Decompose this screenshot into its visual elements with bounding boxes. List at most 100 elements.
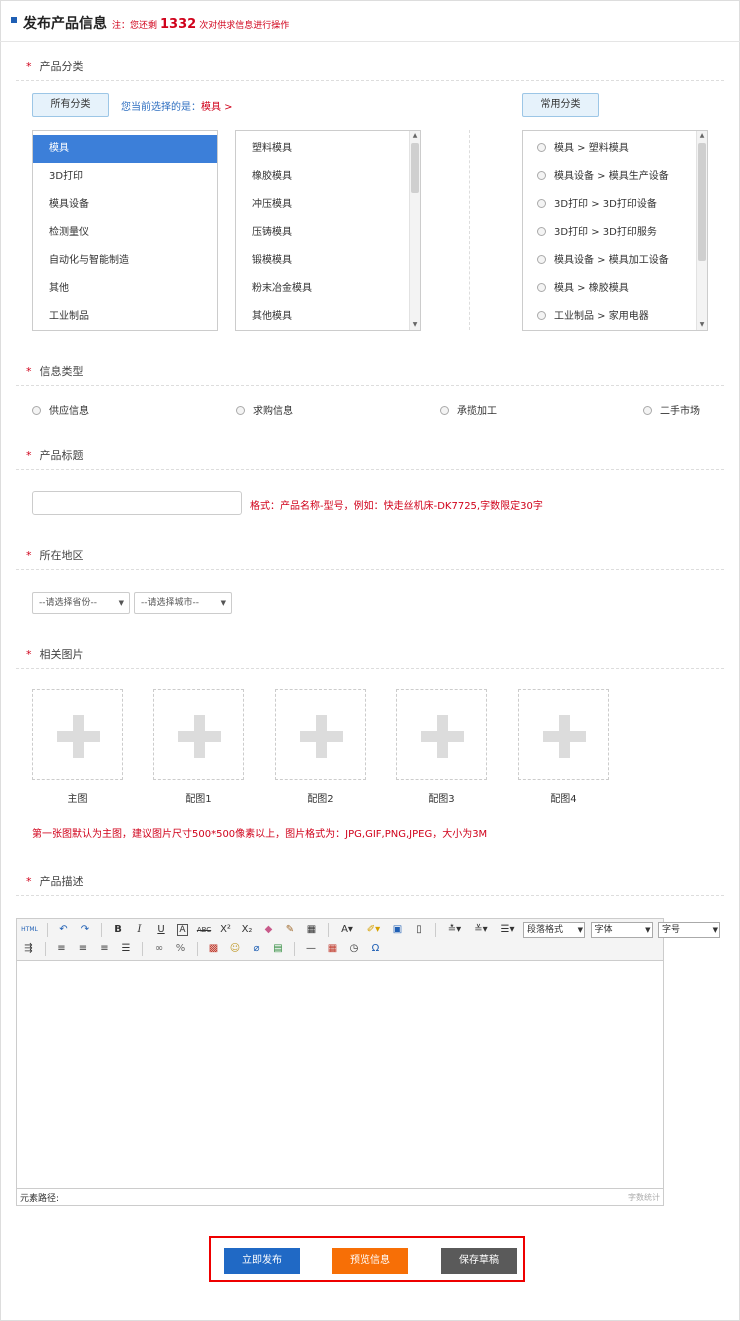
save-draft-button[interactable]: 保存草稿	[441, 1248, 517, 1274]
info-type-option[interactable]: 二手市场	[643, 402, 700, 417]
list-item[interactable]: 其他模具	[236, 303, 420, 330]
scroll-up-icon[interactable]: ▲	[410, 131, 420, 141]
font-color-icon[interactable]: A▾	[336, 922, 358, 938]
font-border-icon[interactable]: A	[174, 922, 191, 938]
list-item[interactable]: 塑料模具	[236, 135, 420, 163]
horizontal-rule-icon[interactable]: —	[303, 941, 320, 957]
align-justify-icon[interactable]: ☰	[118, 941, 135, 957]
scroll-down-icon[interactable]: ▼	[410, 320, 420, 330]
radio-icon[interactable]	[32, 405, 41, 415]
info-type-option[interactable]: 供应信息	[32, 402, 89, 417]
scrollbar[interactable]: ▲ ▼	[409, 131, 420, 330]
category-level2-list[interactable]: 塑料模具 橡胶模具 冲压模具 压铸模具 锻模模具 粉末冶金模具 其他模具 ▲ ▼	[235, 130, 421, 331]
highlight-icon[interactable]: ✐▾	[363, 922, 385, 938]
radio-icon[interactable]	[537, 198, 546, 208]
list-item[interactable]: 压铸模具	[236, 219, 420, 247]
image-upload-slot[interactable]	[518, 689, 609, 780]
special-chars-icon[interactable]: Ω	[367, 941, 384, 957]
common-category-item[interactable]: 3D打印 > 3D打印服务	[523, 219, 707, 247]
insert-frame-icon[interactable]: ▤	[270, 941, 287, 957]
scroll-down-icon[interactable]: ▼	[697, 320, 707, 330]
common-categories-tab[interactable]: 常用分类	[522, 93, 599, 117]
radio-icon[interactable]	[440, 405, 449, 415]
radio-icon[interactable]	[537, 310, 546, 320]
radio-icon[interactable]	[537, 282, 546, 292]
scroll-thumb[interactable]	[698, 143, 706, 261]
date-icon[interactable]: ▦	[324, 941, 341, 957]
radio-icon[interactable]	[537, 170, 546, 180]
province-select[interactable]: --请选择省份-- ▼	[32, 592, 130, 614]
list-item[interactable]: 其他	[33, 275, 217, 303]
scrollbar[interactable]: ▲ ▼	[696, 131, 707, 330]
list-item[interactable]: 3D打印	[33, 163, 217, 191]
common-category-item[interactable]: 模具 > 塑料模具	[523, 135, 707, 163]
list-item[interactable]: 检测量仪	[33, 219, 217, 247]
list-item[interactable]: 锻模模具	[236, 247, 420, 275]
directionality-icon[interactable]: ⇶	[20, 941, 37, 957]
font-size-select[interactable]: 字号 ▼	[658, 922, 720, 938]
scroll-up-icon[interactable]: ▲	[697, 131, 707, 141]
common-category-item[interactable]: 3D打印 > 3D打印设备	[523, 191, 707, 219]
scroll-thumb[interactable]	[411, 143, 419, 193]
eraser-icon[interactable]: ◆	[260, 922, 277, 938]
italic-icon[interactable]: I	[131, 922, 148, 938]
list-item[interactable]: 冲压模具	[236, 191, 420, 219]
common-category-item[interactable]: 模具设备 > 模具加工设备	[523, 247, 707, 275]
align-right-icon[interactable]: ≡	[96, 941, 113, 957]
list-item[interactable]: 模具	[33, 135, 217, 163]
attachment-icon[interactable]: ⌀	[248, 941, 265, 957]
align-left-icon[interactable]: ≡	[53, 941, 70, 957]
radio-icon[interactable]	[236, 405, 245, 415]
list-item[interactable]: 橡胶模具	[236, 163, 420, 191]
rich-text-editor[interactable]: HTML ↶ ↷ B I U A ABC X² X₂ ◆ ✎ ▦ A▾ ✐▾ ▣…	[16, 918, 720, 1206]
image-upload-slot[interactable]	[32, 689, 123, 780]
superscript-icon[interactable]: X²	[217, 922, 234, 938]
format-brush-icon[interactable]: ✎	[282, 922, 299, 938]
link-icon[interactable]: ∞	[151, 941, 168, 957]
redo-icon[interactable]: ↷	[77, 922, 94, 938]
font-family-select[interactable]: 字体 ▼	[590, 922, 653, 938]
publish-button[interactable]: 立即发布	[224, 1248, 300, 1274]
common-category-item[interactable]: 模具 > 橡胶模具	[523, 275, 707, 303]
html-source-button[interactable]: HTML	[20, 922, 39, 938]
insert-image-icon[interactable]: ▩	[205, 941, 222, 957]
category-level1-list[interactable]: 模具 3D打印 模具设备 检测量仪 自动化与智能制造 其他 工业制品	[32, 130, 218, 331]
paragraph-format-select[interactable]: 段落格式 ▼	[523, 922, 585, 938]
image-upload-slot[interactable]	[275, 689, 366, 780]
common-category-item[interactable]: 工业制品 > 家用电器	[523, 303, 707, 330]
image-upload-slot[interactable]	[396, 689, 487, 780]
editor-content-area[interactable]	[17, 962, 663, 1188]
select-all-icon[interactable]: ▣	[389, 922, 406, 938]
radio-icon[interactable]	[537, 142, 546, 152]
subscript-icon[interactable]: X₂	[239, 922, 256, 938]
strikethrough-icon[interactable]: ABC	[196, 922, 213, 938]
list-item[interactable]: 工业制品	[33, 303, 217, 330]
auto-format-icon[interactable]: ▦	[303, 922, 320, 938]
list-item[interactable]: 模具设备	[33, 191, 217, 219]
list-item[interactable]: 粉末冶金模具	[236, 275, 420, 303]
image-upload-slot[interactable]	[153, 689, 244, 780]
common-category-item[interactable]: 模具设备 > 模具生产设备	[523, 163, 707, 191]
line-height-icon[interactable]: ☰▾	[497, 922, 519, 938]
time-icon[interactable]: ◷	[346, 941, 363, 957]
list-item[interactable]: 自动化与智能制造	[33, 247, 217, 275]
city-select[interactable]: --请选择城市-- ▼	[134, 592, 232, 614]
all-categories-tab[interactable]: 所有分类	[32, 93, 109, 117]
underline-icon[interactable]: U	[153, 922, 170, 938]
align-center-icon[interactable]: ≡	[75, 941, 92, 957]
radio-icon[interactable]	[643, 405, 652, 415]
radio-icon[interactable]	[537, 254, 546, 264]
preview-button[interactable]: 预览信息	[332, 1248, 408, 1274]
row-spacing-bottom-icon[interactable]: ≚▾	[470, 922, 492, 938]
emotion-icon[interactable]: ☺	[227, 941, 244, 957]
undo-icon[interactable]: ↶	[55, 922, 72, 938]
bold-icon[interactable]: B	[110, 922, 127, 938]
clear-doc-icon[interactable]: ▯	[411, 922, 428, 938]
info-type-option[interactable]: 承揽加工	[440, 402, 497, 417]
product-title-input[interactable]	[32, 491, 242, 515]
radio-icon[interactable]	[537, 226, 546, 236]
common-category-list[interactable]: 模具 > 塑料模具 模具设备 > 模具生产设备 3D打印 > 3D打印设备 3D…	[522, 130, 708, 331]
unlink-icon[interactable]: %	[172, 941, 189, 957]
row-spacing-top-icon[interactable]: ≛▾	[444, 922, 466, 938]
info-type-option[interactable]: 求购信息	[236, 402, 293, 417]
